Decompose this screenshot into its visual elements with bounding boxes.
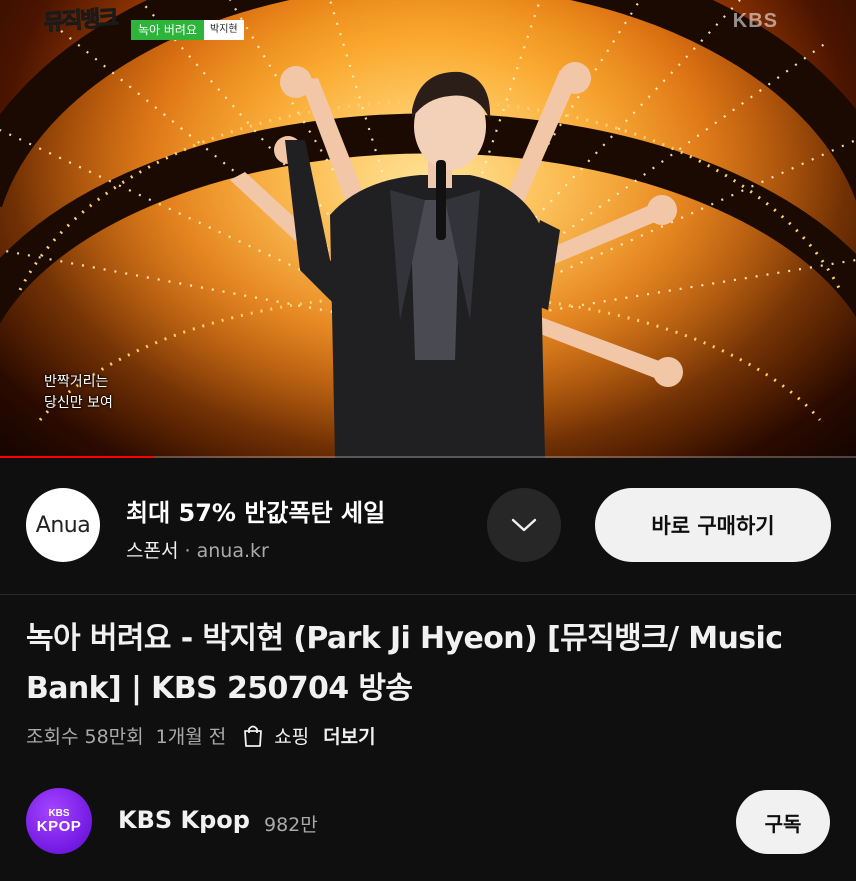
channel-avatar-line1: KBS [48, 807, 70, 819]
shopping-bag-icon [242, 724, 264, 748]
shopping-label[interactable]: 쇼핑 [274, 722, 309, 749]
subscriber-count: 982만 [264, 814, 318, 836]
stage-scene [0, 0, 856, 458]
song-title-caption: 녹아 버려요 [131, 20, 205, 40]
upload-age: 1개월 전 [155, 726, 227, 748]
video-meta[interactable]: 조회수 58만회 1개월 전 쇼핑 더보기 [26, 722, 376, 749]
progress-bar-fill [0, 456, 155, 458]
lyrics-line: 반짝거리는 [44, 374, 109, 390]
sponsor-domain[interactable]: anua.kr [197, 540, 269, 562]
sponsor-title[interactable]: 최대 57% 반값폭탄 세일 [126, 493, 385, 528]
song-caption: 녹아 버려요 박지현 [131, 20, 244, 40]
subscribe-button[interactable]: 구독 [736, 790, 830, 854]
sponsor-logo[interactable]: Anua [26, 488, 100, 562]
progress-bar[interactable] [0, 456, 856, 458]
channel-avatar[interactable]: KBS KPOP [26, 788, 92, 854]
buy-now-button[interactable]: 바로 구매하기 [595, 488, 831, 562]
sponsor-label: 스폰서 [126, 540, 179, 562]
channel-name[interactable]: KBS Kpop [118, 806, 250, 834]
video-title[interactable]: 녹아 버려요 - 박지현 (Park Ji Hyeon) [뮤직뱅크/ Musi… [26, 614, 826, 714]
channel-avatar-line2: KPOP [36, 817, 82, 835]
divider [0, 594, 856, 595]
lyrics-caption: 반짝거리는 당신만 보여 [44, 372, 113, 414]
show-logo: 뮤직뱅크 [43, 5, 119, 36]
video-player[interactable]: 뮤직뱅크 녹아 버려요 박지현 KBS 반짝거리는 당신만 보여 [0, 0, 856, 458]
sponsor-separator: · [184, 540, 191, 562]
more-link[interactable]: 더보기 [323, 722, 375, 749]
chevron-down-icon [511, 518, 537, 532]
lyrics-line: 당신만 보여 [44, 395, 113, 411]
view-count: 조회수 58만회 [26, 726, 144, 748]
sponsor-expand-button[interactable] [487, 488, 561, 562]
broadcaster-watermark: KBS [732, 10, 778, 32]
song-artist-caption: 박지현 [204, 20, 244, 40]
sponsor-subline: 스폰서 · anua.kr [126, 536, 269, 563]
